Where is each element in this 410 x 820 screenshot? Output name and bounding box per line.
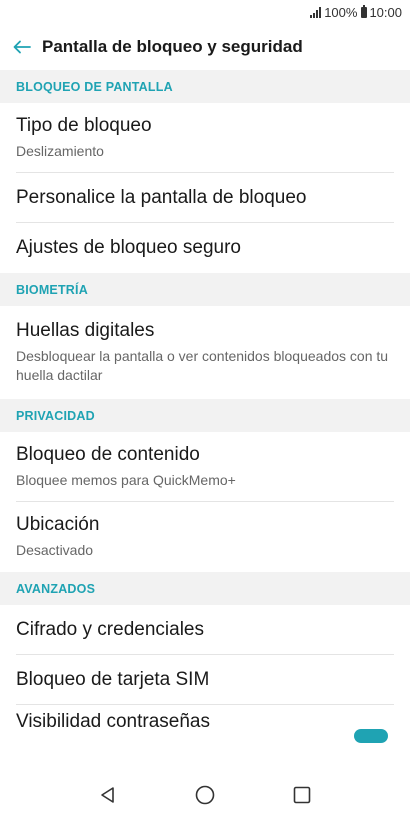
settings-list: BLOQUEO DE PANTALLA Tipo de bloqueo Desl…	[0, 70, 410, 749]
page-title: Pantalla de bloqueo y seguridad	[42, 37, 303, 56]
sim-card-lock-title: Bloqueo de tarjeta SIM	[16, 669, 210, 690]
content-lock-item[interactable]: Bloqueo de contenido Bloquee memos para …	[0, 432, 410, 502]
battery-percent: 100%	[324, 4, 358, 20]
password-visibility-toggle[interactable]	[354, 729, 388, 743]
lock-type-title: Tipo de bloqueo	[16, 115, 152, 136]
fingerprints-item[interactable]: Huellas digitales Desbloquear la pantall…	[0, 306, 410, 399]
section-header-advanced: AVANZADOS	[0, 572, 410, 605]
app-bar: Pantalla de bloqueo y seguridad	[0, 24, 410, 70]
secure-lock-settings-title: Ajustes de bloqueo seguro	[16, 237, 241, 258]
customize-lock-screen-title: Personalice la pantalla de bloqueo	[16, 187, 307, 208]
sim-card-lock-item[interactable]: Bloqueo de tarjeta SIM	[0, 655, 410, 705]
nav-home-icon[interactable]	[185, 775, 225, 815]
content-lock-description: Bloquee memos para QuickMemo+	[16, 472, 236, 488]
nav-recents-icon[interactable]	[282, 775, 322, 815]
encryption-credentials-item[interactable]: Cifrado y credenciales	[0, 605, 410, 655]
customize-lock-screen-item[interactable]: Personalice la pantalla de bloqueo	[0, 173, 410, 223]
signal-icon	[310, 6, 322, 18]
location-title: Ubicación	[16, 514, 100, 535]
lock-type-item[interactable]: Tipo de bloqueo Deslizamiento	[0, 103, 410, 173]
encryption-credentials-title: Cifrado y credenciales	[16, 619, 204, 640]
nav-back-icon[interactable]	[88, 775, 128, 815]
location-status: Desactivado	[16, 542, 94, 558]
clock: 10:00	[369, 4, 402, 20]
password-visibility-item[interactable]: Visibilidad contraseñas	[0, 705, 410, 749]
status-bar: 100% 10:00	[0, 0, 410, 24]
battery-icon	[361, 4, 368, 18]
fingerprints-title: Huellas digitales	[16, 320, 155, 341]
location-item[interactable]: Ubicación Desactivado	[0, 502, 410, 572]
fingerprints-description: Desbloquear la pantalla o ver contenidos…	[16, 348, 389, 383]
content-lock-title: Bloqueo de contenido	[16, 444, 200, 465]
section-header-privacy: PRIVACIDAD	[0, 399, 410, 432]
password-visibility-title: Visibilidad contraseñas	[16, 711, 210, 732]
section-header-biometrics: BIOMETRÍA	[0, 273, 410, 306]
section-header-screen-lock: BLOQUEO DE PANTALLA	[0, 70, 410, 103]
secure-lock-settings-item[interactable]: Ajustes de bloqueo seguro	[0, 223, 410, 273]
navigation-bar	[0, 770, 410, 820]
lock-type-value: Deslizamiento	[16, 143, 104, 159]
back-arrow-icon[interactable]	[10, 35, 34, 59]
